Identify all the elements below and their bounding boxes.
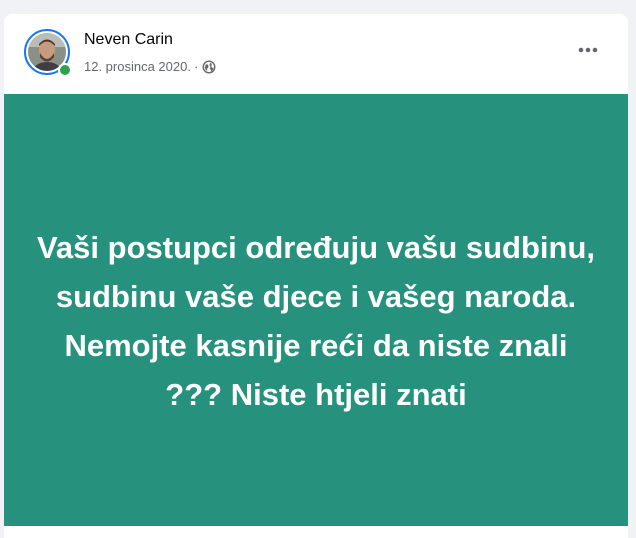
- more-options-button[interactable]: [570, 38, 606, 62]
- globe-icon[interactable]: [202, 60, 216, 74]
- avatar[interactable]: [24, 29, 72, 77]
- online-status-dot: [58, 63, 72, 77]
- post-header: Neven Carin 12. prosinca 2020. ·: [4, 14, 628, 94]
- post-meta: 12. prosinca 2020. ·: [84, 59, 216, 74]
- meta-separator: ·: [193, 59, 199, 74]
- post-timestamp[interactable]: 12. prosinca 2020.: [84, 59, 191, 74]
- post-background: Vaši postupci određuju vašu sudbinu, sud…: [4, 94, 628, 526]
- author-name[interactable]: Neven Carin: [84, 31, 173, 49]
- more-options-icon: [578, 47, 598, 53]
- post-text: Vaši postupci određuju vašu sudbinu, sud…: [36, 230, 596, 412]
- post-card: Neven Carin 12. prosinca 2020. · Vaši po…: [4, 14, 628, 538]
